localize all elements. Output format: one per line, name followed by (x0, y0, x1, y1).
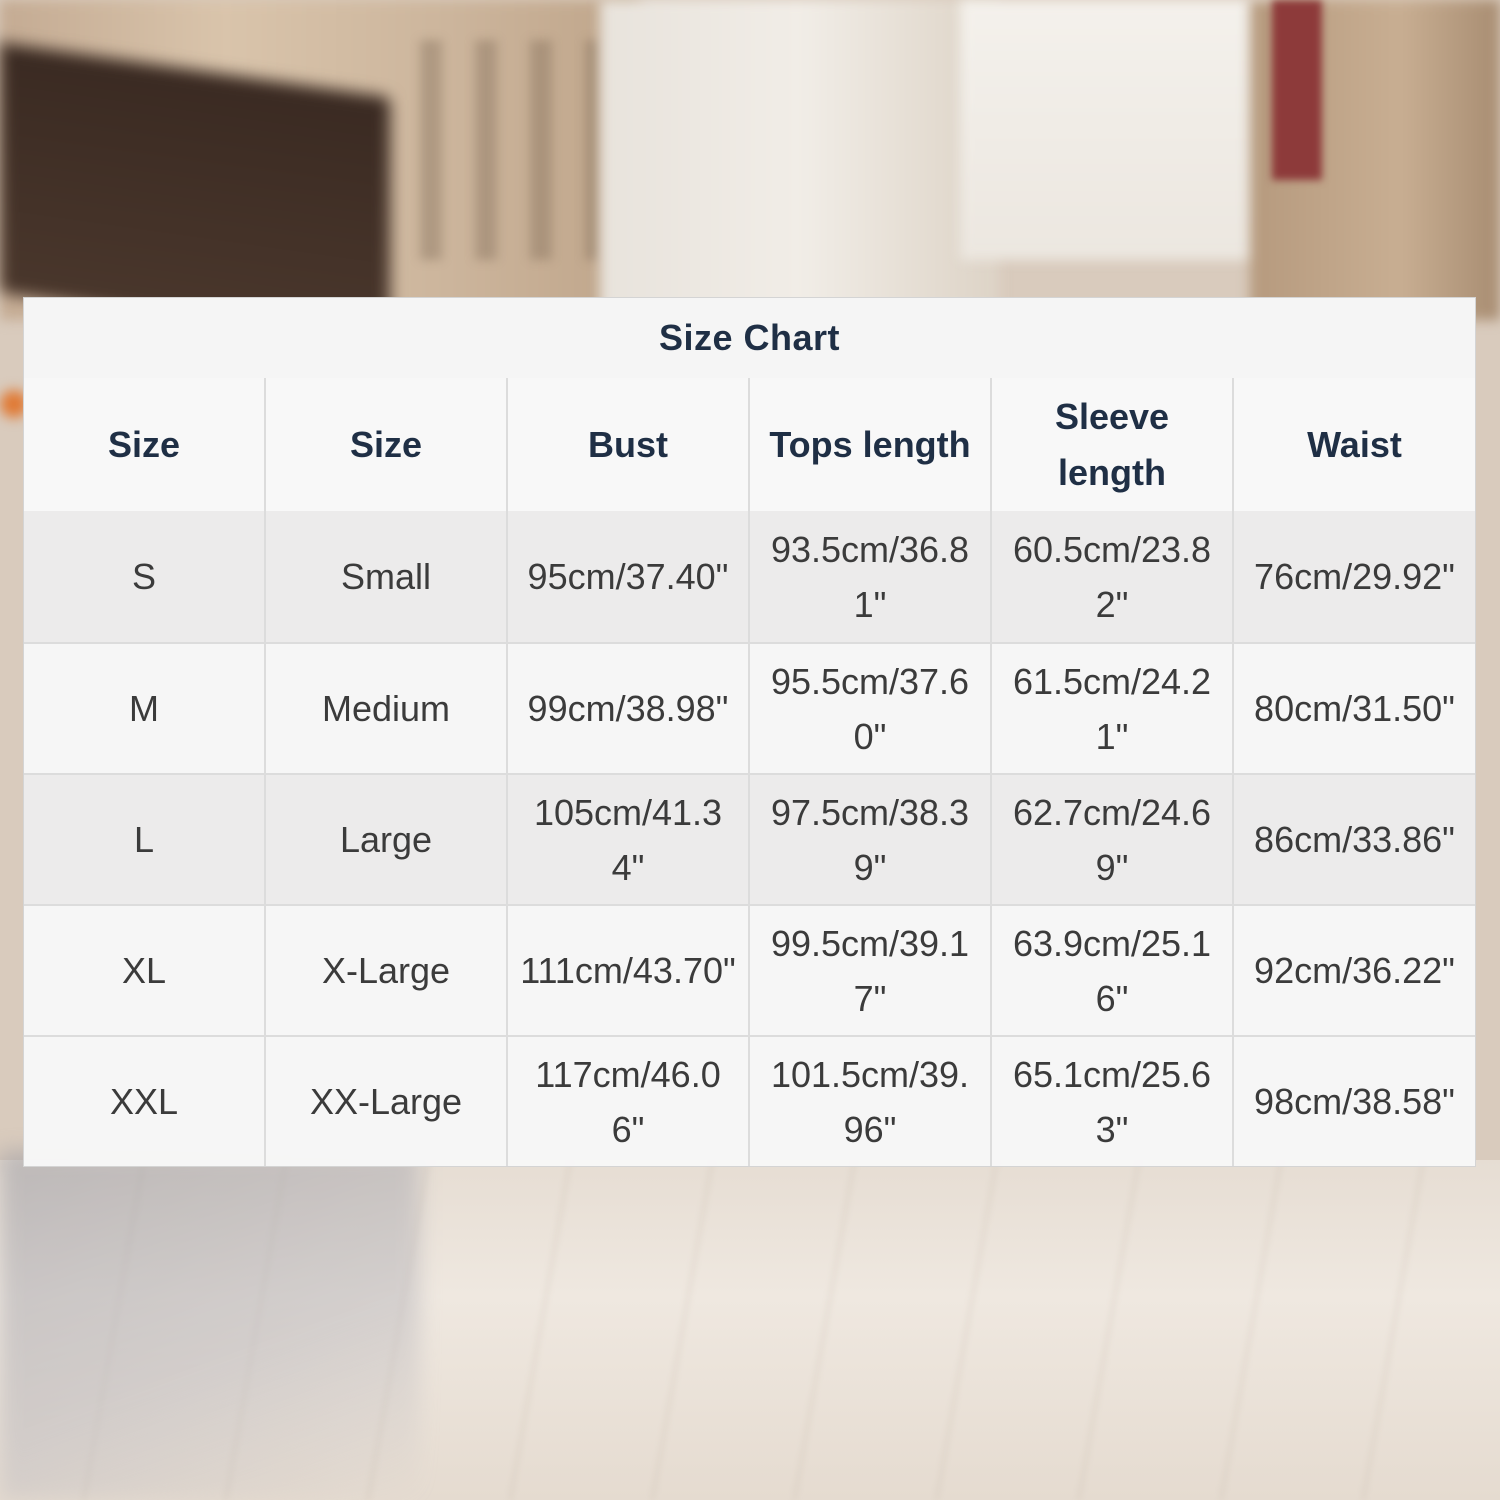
cell-size-code: L (24, 775, 266, 904)
cell-waist: 86cm/33.86" (1254, 819, 1455, 860)
table-row: S Small 95cm/37.40" 93.5cm/36.81" 60.5cm… (24, 511, 1475, 642)
cell-size-code: S (24, 511, 266, 642)
cell-sleeve-length: 61.5cm/24.21" (992, 644, 1234, 773)
cell-bust: 117cm/46.06" (508, 1037, 750, 1166)
cell-tops-length: 101.5cm/39.96" (750, 1037, 992, 1166)
header-waist: Waist (1307, 423, 1402, 465)
cell-waist: 98cm/38.58" (1254, 1081, 1455, 1122)
background-windows (420, 40, 600, 260)
cell-size-code: XXL (24, 1037, 266, 1166)
header-size-name: Size (266, 378, 508, 511)
header-size-code: Size (24, 378, 266, 511)
cell-waist: 92cm/36.22" (1254, 950, 1455, 991)
size-chart-title: Size Chart (24, 298, 1475, 380)
cell-tops-length: 95.5cm/37.60" (750, 644, 992, 773)
background-sky (960, 0, 1280, 260)
cell-waist: 80cm/31.50" (1254, 688, 1455, 729)
cell-size-code: M (24, 644, 266, 773)
size-chart-table: Size Chart Size Size Bust Tops length Sl… (23, 297, 1476, 1167)
table-header-row: Size Size Bust Tops length Sleeve length… (24, 378, 1475, 511)
cell-sleeve-length: 60.5cm/23.82" (992, 511, 1234, 642)
cell-bust: 99cm/38.98" (508, 644, 750, 773)
background-kerb (0, 1150, 420, 1500)
header-sleeve-length: Sleeve length (992, 378, 1234, 511)
header-tops-length: Tops length (750, 378, 992, 511)
cell-bust: 95cm/37.40" (508, 511, 750, 642)
cell-sleeve-length: 63.9cm/25.16" (992, 906, 1234, 1035)
cell-size-name: Large (266, 775, 508, 904)
cell-waist: 76cm/29.92" (1254, 556, 1455, 597)
header-bust: Bust (508, 378, 750, 511)
table-row: M Medium 99cm/38.98" 95.5cm/37.60" 61.5c… (24, 642, 1475, 773)
cell-tops-length: 93.5cm/36.81" (750, 511, 992, 642)
cell-size-name: Small (266, 511, 508, 642)
cell-tops-length: 99.5cm/39.17" (750, 906, 992, 1035)
cell-bust: 105cm/41.34" (508, 775, 750, 904)
table-row: XXL XX-Large 117cm/46.06" 101.5cm/39.96"… (24, 1035, 1475, 1166)
cell-sleeve-length: 65.1cm/25.63" (992, 1037, 1234, 1166)
cell-bust: 111cm/43.70" (508, 906, 750, 1035)
background-red-sign (1272, 0, 1322, 180)
cell-size-name: X-Large (266, 906, 508, 1035)
cell-size-name: XX-Large (266, 1037, 508, 1166)
cell-size-code: XL (24, 906, 266, 1035)
table-row: XL X-Large 111cm/43.70" 99.5cm/39.17" 63… (24, 904, 1475, 1035)
table-row: L Large 105cm/41.34" 97.5cm/38.39" 62.7c… (24, 773, 1475, 904)
cell-sleeve-length: 62.7cm/24.69" (992, 775, 1234, 904)
cell-tops-length: 97.5cm/38.39" (750, 775, 992, 904)
background-building-middle (600, 0, 1000, 310)
cell-size-name: Medium (266, 644, 508, 773)
table-body: S Small 95cm/37.40" 93.5cm/36.81" 60.5cm… (24, 511, 1475, 1166)
